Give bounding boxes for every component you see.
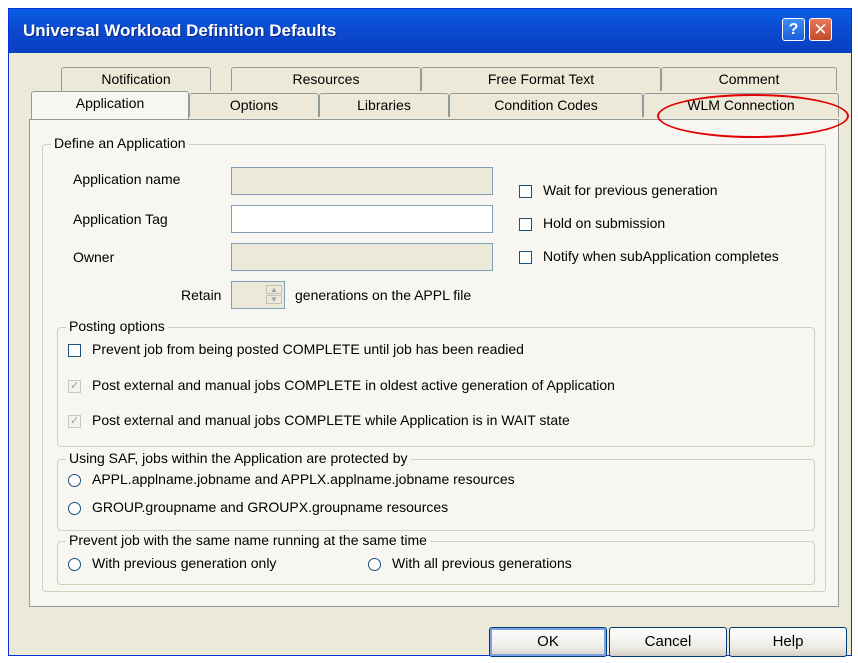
saf-group-radio[interactable]: [68, 502, 81, 515]
group-legend: Using SAF, jobs within the Application a…: [66, 450, 411, 466]
owner-field[interactable]: [231, 243, 493, 271]
retain-suffix-label: generations on the APPL file: [295, 287, 472, 303]
all-generations-radio[interactable]: [368, 558, 381, 571]
retain-label: Retain: [181, 287, 222, 303]
tab-application[interactable]: Application: [31, 91, 189, 119]
tab-label: Notification: [101, 71, 171, 87]
all-generations-label: With all previous generations: [392, 555, 572, 571]
saf-appl-label: APPL.applname.jobname and APPLX.applname…: [92, 471, 515, 487]
highlight-ellipse: [657, 94, 849, 138]
tab-condition-codes[interactable]: Condition Codes: [449, 93, 643, 117]
spin-up-icon[interactable]: ▲: [266, 285, 282, 294]
tab-label: Free Format Text: [487, 71, 595, 87]
window-title: Universal Workload Definition Defaults: [23, 21, 337, 40]
tab-comment[interactable]: Comment: [661, 67, 837, 91]
tab-resources[interactable]: Resources: [231, 67, 421, 91]
tab-label: Options: [229, 97, 279, 113]
group-legend: Define an Application: [51, 135, 189, 151]
help-title-button[interactable]: ?: [782, 18, 805, 41]
cancel-button[interactable]: Cancel: [609, 627, 727, 657]
close-title-button[interactable]: ✕: [809, 18, 832, 41]
notify-subapplication-label: Notify when subApplication completes: [543, 248, 779, 264]
close-icon: ✕: [813, 20, 828, 39]
wait-for-previous-checkbox[interactable]: [519, 185, 532, 198]
saf-group-label: GROUP.groupname and GROUPX.groupname res…: [92, 499, 449, 515]
tab-notification[interactable]: Notification: [61, 67, 211, 91]
question-mark-icon: ?: [788, 21, 799, 38]
tab-label: Application: [75, 95, 145, 111]
post-oldest-generation-checkbox[interactable]: ✓: [68, 380, 81, 393]
notify-subapplication-checkbox[interactable]: [519, 251, 532, 264]
check-mark-icon: ✓: [69, 380, 80, 392]
title-bar[interactable]: Universal Workload Definition Defaults ?…: [9, 9, 851, 53]
check-mark-icon: ✓: [69, 415, 80, 427]
previous-generation-label: With previous generation only: [92, 555, 277, 571]
tab-label: Condition Codes: [494, 97, 598, 113]
tab-label: Libraries: [357, 97, 411, 113]
application-name-field[interactable]: [231, 167, 493, 195]
hold-on-submission-label: Hold on submission: [543, 215, 666, 231]
application-tag-field[interactable]: [231, 205, 493, 233]
application-name-label: Application name: [73, 171, 181, 187]
post-oldest-generation-label: Post external and manual jobs COMPLETE i…: [92, 377, 615, 393]
help-button[interactable]: Help: [729, 627, 847, 657]
tab-label: Resources: [292, 71, 360, 87]
hold-on-submission-checkbox[interactable]: [519, 218, 532, 231]
saf-appl-radio[interactable]: [68, 474, 81, 487]
dialog-window: Universal Workload Definition Defaults ?…: [8, 8, 852, 657]
previous-generation-radio[interactable]: [68, 558, 81, 571]
tab-label: Comment: [718, 71, 780, 87]
posting-options-group: Posting options Prevent job from being p…: [57, 318, 815, 447]
group-legend: Posting options: [66, 318, 168, 334]
tab-panel-application: Define an Application Application name A…: [29, 119, 839, 607]
post-wait-state-checkbox[interactable]: ✓: [68, 415, 81, 428]
define-application-group: Define an Application Application name A…: [42, 135, 826, 592]
prevent-posted-checkbox[interactable]: [68, 344, 81, 357]
tab-free-format-text[interactable]: Free Format Text: [421, 67, 661, 91]
wait-for-previous-label: Wait for previous generation: [543, 182, 718, 198]
ok-button[interactable]: OK: [489, 627, 607, 657]
prevent-same-name-group: Prevent job with the same name running a…: [57, 532, 815, 585]
group-legend: Prevent job with the same name running a…: [66, 532, 430, 548]
saf-protection-group: Using SAF, jobs within the Application a…: [57, 450, 815, 531]
application-tag-label: Application Tag: [73, 211, 168, 227]
tab-options[interactable]: Options: [189, 93, 319, 117]
post-wait-state-label: Post external and manual jobs COMPLETE w…: [92, 412, 570, 428]
owner-label: Owner: [73, 249, 115, 265]
spin-down-icon[interactable]: ▼: [266, 295, 282, 304]
retain-spinner[interactable]: ▲ ▼: [231, 281, 285, 309]
prevent-posted-label: Prevent job from being posted COMPLETE u…: [92, 341, 524, 357]
tab-libraries[interactable]: Libraries: [319, 93, 449, 117]
